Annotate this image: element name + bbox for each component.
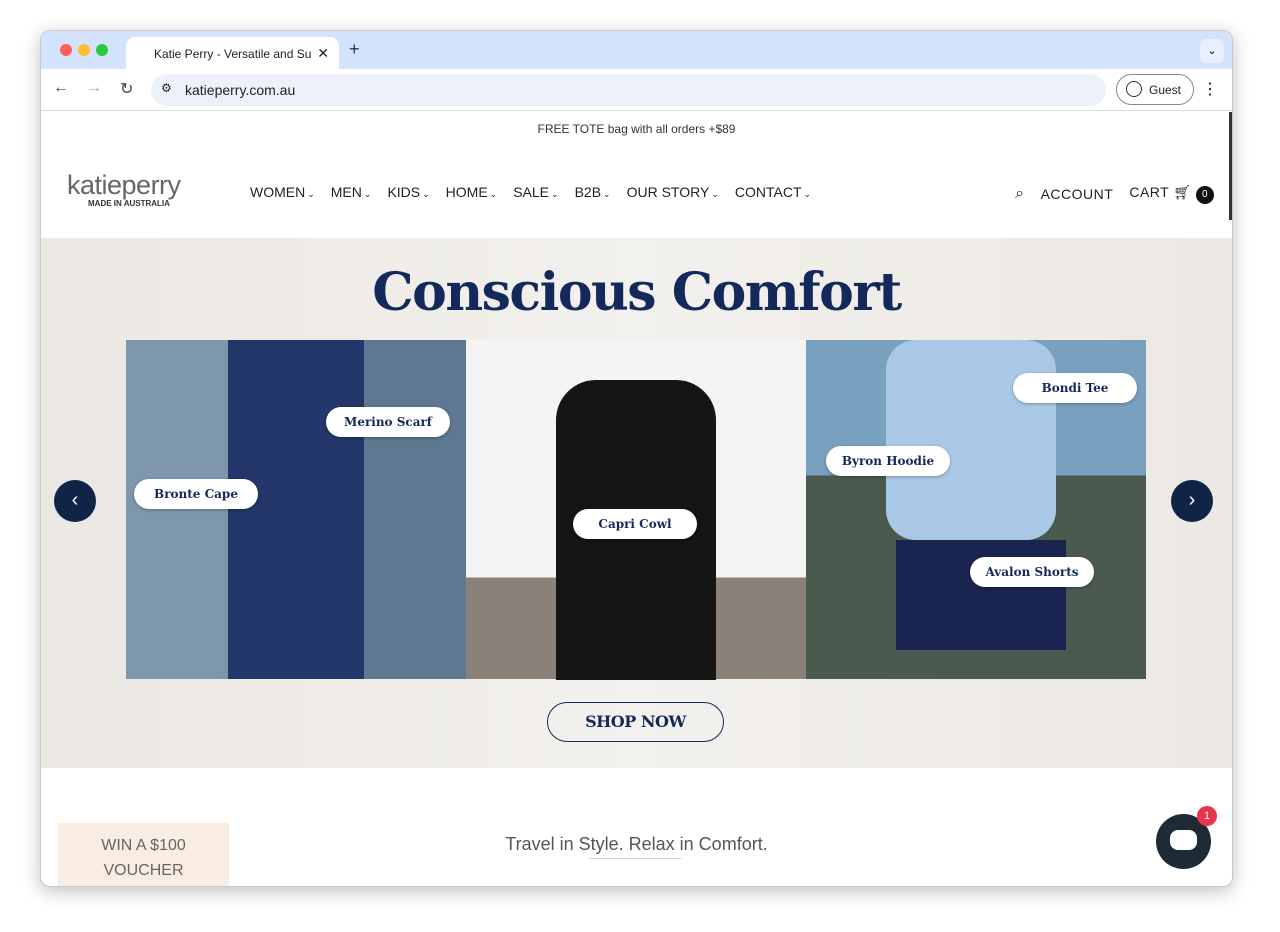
nav-label: SALE	[513, 184, 550, 200]
address-bar[interactable]: ⚙ katieperry.com.au	[151, 74, 1106, 106]
nav-home[interactable]: HOME ⌄	[446, 184, 498, 200]
site-settings-icon[interactable]: ⚙	[161, 81, 172, 95]
nav-label: MEN	[330, 184, 362, 200]
nav-label: HOME	[445, 184, 488, 200]
tagline-underline	[589, 858, 681, 859]
nav-label: CONTACT	[734, 184, 802, 200]
label-merino-scarf[interactable]: Merino Scarf	[326, 407, 450, 437]
cart-link[interactable]: CART 🛒︎ 0	[1129, 184, 1214, 204]
tab-search-button[interactable]: ⌄	[1200, 39, 1224, 63]
nav-label: B2B	[574, 184, 602, 200]
logo[interactable]: katieperry MADE IN AUSTRALIA	[67, 170, 181, 208]
chat-notification-badge: 1	[1197, 806, 1217, 826]
hero-image-capri[interactable]: Capri Cowl	[466, 340, 806, 680]
voucher-line1: WIN A $100	[101, 837, 186, 854]
account-link[interactable]: ACCOUNT	[1041, 186, 1114, 202]
nav-kids[interactable]: KIDS ⌄	[387, 184, 429, 200]
shop-now-button[interactable]: SHOP NOW	[547, 702, 724, 742]
reload-icon[interactable]: ↻	[120, 79, 133, 99]
logo-tagline: MADE IN AUSTRALIA	[88, 199, 170, 208]
voucher-line2: VOUCHER	[103, 862, 184, 879]
nav-our-story[interactable]: OUR STORY ⌄	[627, 184, 719, 200]
nav-women[interactable]: WOMEN ⌄	[250, 184, 315, 200]
cart-label: CART	[1129, 184, 1169, 200]
logo-wordmark: katieperry	[67, 170, 181, 200]
chevron-down-icon: ⌄	[603, 189, 611, 199]
browser-menu-icon[interactable]: ⋮	[1202, 79, 1218, 99]
url-text: katieperry.com.au	[185, 82, 296, 98]
search-icon[interactable]: ⌕	[1015, 185, 1024, 203]
close-tab-icon[interactable]: ✕	[317, 45, 329, 62]
nav-contact[interactable]: CONTACT ⌄	[735, 184, 811, 200]
chevron-down-icon: ⌄	[551, 189, 559, 199]
nav-label: KIDS	[387, 184, 421, 200]
cart-count-badge: 0	[1196, 186, 1214, 204]
scrollbar[interactable]	[1229, 112, 1232, 220]
chevron-down-icon: ⌄	[307, 189, 315, 199]
announcement-bar[interactable]: FREE TOTE bag with all orders +$89	[41, 122, 1232, 136]
main-nav: WOMEN ⌄ MEN ⌄ KIDS ⌄ HOME ⌄ SALE ⌄ B2B ⌄ OUR S…	[250, 184, 811, 200]
profile-button[interactable]: Guest	[1116, 74, 1194, 105]
new-tab-button[interactable]: +	[349, 39, 360, 60]
chat-button[interactable]: 1	[1156, 806, 1217, 869]
label-bondi-tee[interactable]: Bondi Tee	[1013, 373, 1137, 403]
tab-title: Katie Perry - Versatile and Su	[154, 47, 312, 61]
address-toolbar: ← → ↻ ⚙ katieperry.com.au Guest ⋮	[41, 69, 1232, 111]
profile-label: Guest	[1149, 83, 1182, 97]
nav-b2b[interactable]: B2B ⌄	[575, 184, 611, 200]
tab-bar: Katie Perry - Versatile and Su ✕ + ⌄	[41, 31, 1232, 69]
browser-window: Katie Perry - Versatile and Su ✕ + ⌄ ← → …	[40, 30, 1233, 887]
nav-sale[interactable]: SALE ⌄	[513, 184, 558, 200]
label-capri-cowl[interactable]: Capri Cowl	[573, 509, 697, 539]
chevron-down-icon: ⌄	[489, 189, 498, 199]
close-window-button[interactable]	[60, 44, 72, 56]
maximize-window-button[interactable]	[96, 44, 108, 56]
label-avalon-shorts[interactable]: Avalon Shorts	[970, 557, 1094, 587]
nav-label: OUR STORY	[626, 184, 710, 200]
browser-tab[interactable]: Katie Perry - Versatile and Su ✕	[126, 37, 339, 69]
hero-title: Conscious Comfort	[372, 262, 902, 323]
nav-label: WOMEN	[250, 184, 306, 200]
chevron-down-icon: ⌄	[363, 189, 372, 199]
hero-image-women[interactable]: Merino Scarf Bronte Cape	[126, 340, 466, 679]
hero-image-men[interactable]: Bondi Tee Byron Hoodie Avalon Shorts	[806, 340, 1146, 679]
chevron-down-icon: ⌄	[422, 189, 430, 199]
next-slide-button[interactable]: ›	[1171, 480, 1213, 522]
hero-slider: Conscious Comfort Merino Scarf Bronte Ca…	[41, 238, 1232, 768]
page-content: FREE TOTE bag with all orders +$89 katie…	[41, 112, 1232, 886]
back-icon[interactable]: ←	[53, 79, 69, 97]
label-byron-hoodie[interactable]: Byron Hoodie	[826, 446, 950, 476]
cart-icon: 🛒︎	[1173, 184, 1192, 200]
profile-icon	[1126, 81, 1142, 97]
minimize-window-button[interactable]	[78, 44, 90, 56]
header-actions: ⌕ ACCOUNT CART 🛒︎ 0	[1015, 184, 1214, 204]
chevron-down-icon: ⌄	[711, 189, 719, 199]
prev-slide-button[interactable]: ‹	[54, 480, 96, 522]
nav-men[interactable]: MEN ⌄	[331, 184, 372, 200]
win-voucher-button[interactable]: WIN A $100 VOUCHER	[58, 823, 229, 886]
label-bronte-cape[interactable]: Bronte Cape	[134, 479, 258, 509]
chat-icon	[1170, 830, 1197, 850]
forward-icon[interactable]: →	[86, 79, 102, 97]
chevron-down-icon: ⌄	[803, 189, 812, 199]
